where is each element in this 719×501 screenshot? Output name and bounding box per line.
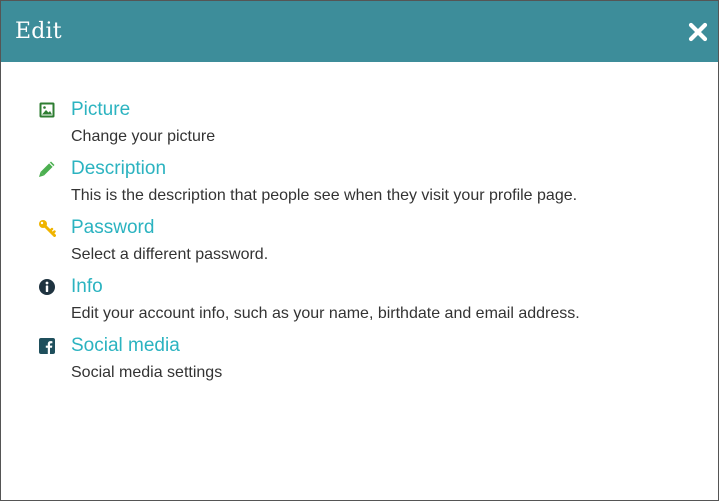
picture-description: Change your picture	[71, 128, 216, 145]
picture-icon	[38, 101, 56, 119]
edit-options-list: Picture Change your picture Description …	[1, 62, 718, 385]
dialog-title: Edit	[15, 19, 62, 44]
social-media-description: Social media settings	[71, 364, 223, 381]
password-link[interactable]: Password	[71, 217, 154, 239]
facebook-icon	[38, 337, 56, 355]
pencil-icon	[38, 160, 56, 178]
dialog-header: Edit	[1, 1, 718, 62]
list-item-info: Info Edit your account info, such as you…	[38, 275, 718, 326]
list-item-picture: Picture Change your picture	[38, 98, 718, 149]
picture-link[interactable]: Picture	[71, 99, 130, 121]
list-item-description: Description This is the description that…	[38, 157, 718, 208]
info-icon	[38, 278, 56, 296]
social-media-link[interactable]: Social media	[71, 335, 180, 357]
list-item-password: Password Select a different password.	[38, 216, 718, 267]
info-link[interactable]: Info	[71, 276, 103, 298]
password-description: Select a different password.	[71, 246, 269, 263]
close-icon[interactable]	[687, 21, 709, 43]
edit-dialog: Edit Picture Change your picture Descrip…	[0, 0, 719, 501]
list-item-social-media: Social media Social media settings	[38, 334, 718, 385]
description-link[interactable]: Description	[71, 158, 166, 180]
description-description: This is the description that people see …	[71, 187, 578, 204]
info-description: Edit your account info, such as your nam…	[71, 305, 580, 322]
key-icon	[38, 219, 56, 237]
